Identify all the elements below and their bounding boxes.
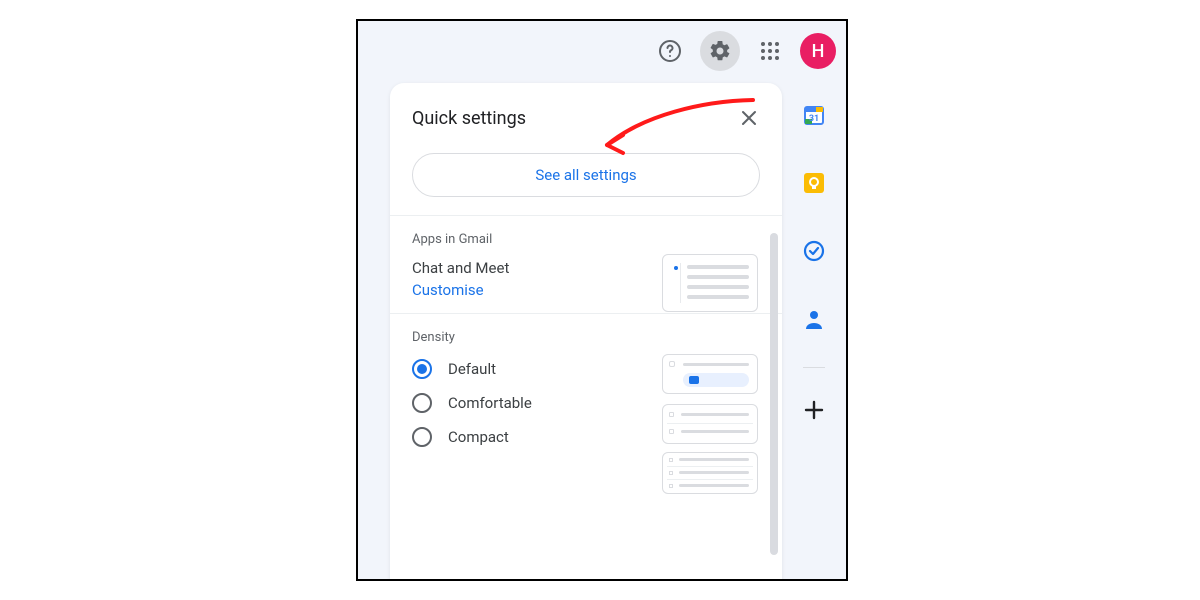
quick-settings-panel: Quick settings See all settings Apps in … xyxy=(390,83,782,581)
radio-compact[interactable] xyxy=(412,427,432,447)
density-label: Comfortable xyxy=(448,394,532,412)
tasks-icon[interactable] xyxy=(790,227,838,275)
density-thumb-default xyxy=(662,354,758,394)
density-thumb-compact xyxy=(662,452,758,494)
section-apps-in-gmail: Apps in Gmail Chat and Meet Customise xyxy=(390,215,782,313)
radio-default[interactable] xyxy=(412,359,432,379)
close-icon[interactable] xyxy=(734,103,764,133)
app-frame: H 31 xyxy=(356,19,848,581)
panel-title: Quick settings xyxy=(412,108,526,129)
side-divider xyxy=(803,367,825,368)
keep-icon[interactable] xyxy=(790,159,838,207)
density-option-default[interactable]: Default xyxy=(412,359,760,379)
section-density: Density Default Comfortable xyxy=(390,313,782,491)
radio-comfortable[interactable] xyxy=(412,393,432,413)
density-option-comfortable[interactable]: Comfortable xyxy=(412,393,760,413)
section-title: Apps in Gmail xyxy=(412,232,760,247)
apps-thumbnail xyxy=(662,254,758,312)
calendar-icon[interactable]: 31 xyxy=(790,91,838,139)
add-addon-icon[interactable] xyxy=(790,386,838,434)
avatar-initial: H xyxy=(812,41,825,62)
settings-gear-icon[interactable] xyxy=(700,31,740,71)
density-thumb-comfortable xyxy=(662,404,758,444)
svg-text:31: 31 xyxy=(809,114,819,124)
see-all-settings-button[interactable]: See all settings xyxy=(412,153,760,197)
scrollbar[interactable] xyxy=(770,233,778,555)
side-rail: 31 xyxy=(788,91,840,454)
contacts-icon[interactable] xyxy=(790,295,838,343)
account-avatar[interactable]: H xyxy=(800,33,836,69)
topbar: H xyxy=(650,31,836,71)
panel-header: Quick settings xyxy=(390,83,782,143)
see-all-settings-label: See all settings xyxy=(535,166,636,184)
help-icon[interactable] xyxy=(650,31,690,71)
section-title: Density xyxy=(412,330,760,345)
apps-grid-icon[interactable] xyxy=(750,31,790,71)
density-label: Default xyxy=(448,360,496,378)
density-label: Compact xyxy=(448,428,509,446)
